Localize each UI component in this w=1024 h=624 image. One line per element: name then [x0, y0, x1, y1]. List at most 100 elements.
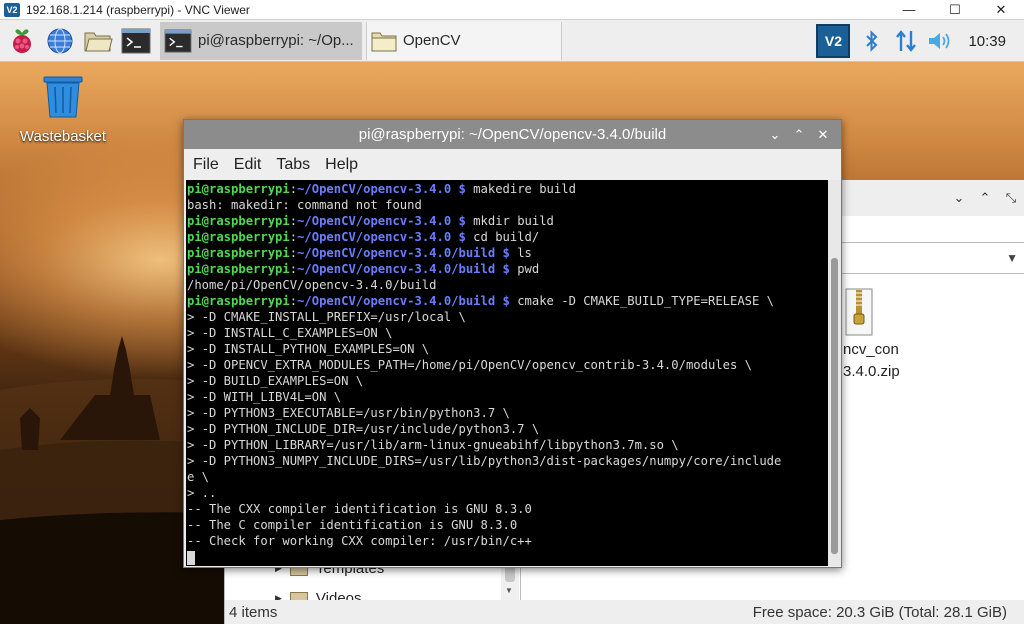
terminal-output-line: > -D BUILD_EXAMPLES=ON \	[187, 374, 364, 388]
terminal-title-bar[interactable]: pi@raspberrypi: ~/OpenCV/opencv-3.4.0/bu…	[184, 120, 841, 149]
vnc-window-title: 192.168.1.214 (raspberrypi) - VNC Viewer	[26, 2, 250, 17]
zip-file-item[interactable]	[845, 288, 905, 341]
prompt-user: pi@raspberrypi	[187, 262, 290, 276]
clock[interactable]: 10:39	[968, 33, 1006, 50]
prompt-command: makedire build	[465, 182, 576, 196]
taskbar-item-opencv-label: OpenCV	[403, 32, 461, 49]
prompt-separator: :	[289, 230, 298, 244]
terminal-output-line: > -D INSTALL_PYTHON_EXAMPLES=ON \	[187, 342, 430, 356]
menu-edit[interactable]: Edit	[234, 156, 262, 174]
terminal-output-line: -- The C compiler identification is GNU …	[187, 518, 518, 532]
scrollbar-thumb[interactable]	[831, 258, 838, 554]
taskbar-item-terminal-label: pi@raspberrypi: ~/Op...	[198, 32, 354, 49]
file-manager-path-bar[interactable]: ▼	[839, 242, 1024, 274]
prompt-command: cd build/	[465, 230, 540, 244]
file-manager-title-buttons: ⌄ ⌃ ⤡	[834, 180, 1024, 216]
terminal-prompt-line: pi@raspberrypi:~/OpenCV/opencv-3.4.0 $ m…	[186, 181, 828, 197]
tree-item-label: Videos	[315, 590, 362, 600]
terminal-output-line: > -D PYTHON3_NUMPY_INCLUDE_DIRS=/usr/lib…	[187, 454, 782, 468]
wastebasket-label: Wastebasket	[19, 128, 107, 145]
terminal-launcher-icon[interactable]	[120, 25, 152, 57]
terminal-window-title: pi@raspberrypi: ~/OpenCV/opencv-3.4.0/bu…	[358, 126, 667, 143]
prompt-user: pi@raspberrypi	[187, 214, 290, 228]
prompt-user: pi@raspberrypi	[187, 230, 290, 244]
prompt-separator: :	[289, 262, 298, 276]
terminal-prompt-line: pi@raspberrypi:~/OpenCV/opencv-3.4.0 $ c…	[186, 229, 828, 245]
terminal-prompt-line: pi@raspberrypi:~/OpenCV/opencv-3.4.0 $ m…	[186, 213, 828, 229]
file-manager-maximize-button[interactable]: ⌃	[972, 190, 998, 206]
terminal-output-line: > -D PYTHON_LIBRARY=/usr/lib/arm-linux-g…	[187, 438, 679, 452]
terminal-output-line: > -D PYTHON_INCLUDE_DIR=/usr/include/pyt…	[187, 422, 540, 436]
wastebasket-icon	[43, 76, 83, 118]
terminal-output-line: > -D PYTHON3_EXECUTABLE=/usr/bin/python3…	[187, 406, 510, 420]
terminal-cursor-line	[186, 549, 828, 565]
volume-icon[interactable]	[926, 30, 954, 52]
prompt-separator: :	[289, 182, 298, 196]
expand-arrow-icon[interactable]: ▶	[275, 593, 282, 600]
folder-icon	[371, 32, 397, 51]
prompt-user: pi@raspberrypi	[187, 182, 290, 196]
terminal-prompt-line: pi@raspberrypi:~/OpenCV/opencv-3.4.0/bui…	[186, 245, 828, 261]
vnc-tray-label: V2	[824, 33, 843, 49]
taskbar-item-opencv-folder[interactable]: OpenCV	[366, 21, 562, 60]
zip-archive-icon	[845, 288, 873, 336]
terminal-scrollbar[interactable]	[828, 180, 841, 566]
terminal-prompt-line: pi@raspberrypi:~/OpenCV/opencv-3.4.0/bui…	[186, 261, 828, 277]
terminal-menu-bar: File Edit Tabs Help	[184, 149, 841, 180]
terminal-output-line: > -D CMAKE_INSTALL_PREFIX=/usr/local \	[187, 310, 466, 324]
tree-item-videos[interactable]: ▶ Videos	[275, 590, 362, 600]
prompt-path: ~/OpenCV/opencv-3.4.0 $	[297, 230, 466, 244]
menu-help[interactable]: Help	[325, 156, 358, 174]
prompt-command: cmake -D CMAKE_BUILD_TYPE=RELEASE \	[509, 294, 775, 308]
menu-file[interactable]: File	[193, 156, 219, 174]
file-manager-status-bar: 4 items Free space: 20.3 GiB (Total: 28.…	[225, 600, 1024, 624]
raspberry-menu-icon[interactable]	[6, 25, 38, 57]
taskbar: pi@raspberrypi: ~/Op... OpenCV V2 10:39	[0, 20, 1024, 62]
terminal-output-line: -- Check for working CXX compiler: /usr/…	[187, 534, 532, 548]
prompt-path: ~/OpenCV/opencv-3.4.0/build $	[297, 294, 510, 308]
free-space: Free space: 20.3 GiB (Total: 28.1 GiB)	[752, 603, 1007, 621]
menu-tabs[interactable]: Tabs	[276, 156, 310, 174]
text-cursor	[187, 550, 195, 565]
terminal-icon	[164, 28, 192, 53]
web-browser-icon[interactable]	[44, 25, 76, 57]
vnc-maximize-button[interactable]: ☐	[932, 0, 978, 20]
terminal-lines: pi@raspberrypi:~/OpenCV/opencv-3.4.0 $ m…	[186, 181, 828, 549]
vnc-close-button[interactable]: ✕	[978, 0, 1024, 20]
vnc-tray-icon[interactable]: V2	[816, 24, 851, 58]
prompt-path: ~/OpenCV/opencv-3.4.0/build $	[297, 246, 510, 260]
item-count: 4 items	[229, 603, 278, 621]
desktop-icon-wastebasket[interactable]: Wastebasket	[18, 75, 108, 145]
file-manager-resize-button[interactable]: ⤡	[998, 190, 1024, 206]
terminal-prompt-line: pi@raspberrypi:~/OpenCV/opencv-3.4.0/bui…	[186, 293, 828, 309]
network-updown-icon[interactable]	[892, 29, 920, 53]
terminal-window: pi@raspberrypi: ~/OpenCV/opencv-3.4.0/bu…	[183, 119, 842, 568]
terminal-output-line: e \	[187, 470, 210, 484]
vnc-logo-icon: V2	[4, 2, 20, 17]
file-manager-icon[interactable]	[82, 25, 114, 57]
terminal-output[interactable]: pi@raspberrypi:~/OpenCV/opencv-3.4.0 $ m…	[186, 180, 828, 566]
vnc-minimize-button[interactable]: —	[886, 0, 932, 20]
bluetooth-icon[interactable]	[860, 29, 884, 53]
terminal-minimize-button[interactable]: ⌄	[763, 127, 787, 143]
taskbar-item-terminal[interactable]: pi@raspberrypi: ~/Op...	[160, 21, 362, 60]
terminal-maximize-button[interactable]: ⌃	[787, 127, 811, 143]
system-tray: V2 10:39	[816, 20, 1024, 62]
terminal-output-line: /home/pi/OpenCV/opencv-3.4.0/build	[187, 278, 437, 292]
terminal-output-line: -- The CXX compiler identification is GN…	[187, 502, 532, 516]
prompt-path: ~/OpenCV/opencv-3.4.0 $	[297, 214, 466, 228]
file-manager-menu-button[interactable]: ⌄	[946, 190, 972, 206]
prompt-user: pi@raspberrypi	[187, 294, 290, 308]
vnc-title-bar: V2 192.168.1.214 (raspberrypi) - VNC Vie…	[0, 0, 1024, 20]
prompt-path: ~/OpenCV/opencv-3.4.0/build $	[297, 262, 510, 276]
scroll-down-arrow-icon[interactable]: ▼	[505, 586, 513, 595]
terminal-output-line: > -D WITH_LIBV4L=ON \	[187, 390, 342, 404]
prompt-command: pwd	[509, 262, 540, 276]
chevron-down-icon[interactable]: ▼	[1006, 251, 1018, 265]
prompt-command: ls	[509, 246, 532, 260]
terminal-close-button[interactable]: ✕	[811, 127, 835, 143]
prompt-path: ~/OpenCV/opencv-3.4.0 $	[297, 182, 466, 196]
prompt-separator: :	[289, 294, 298, 308]
terminal-output-line: > ..	[187, 486, 217, 500]
zip-file-name-line1: ncv_con	[843, 341, 899, 358]
